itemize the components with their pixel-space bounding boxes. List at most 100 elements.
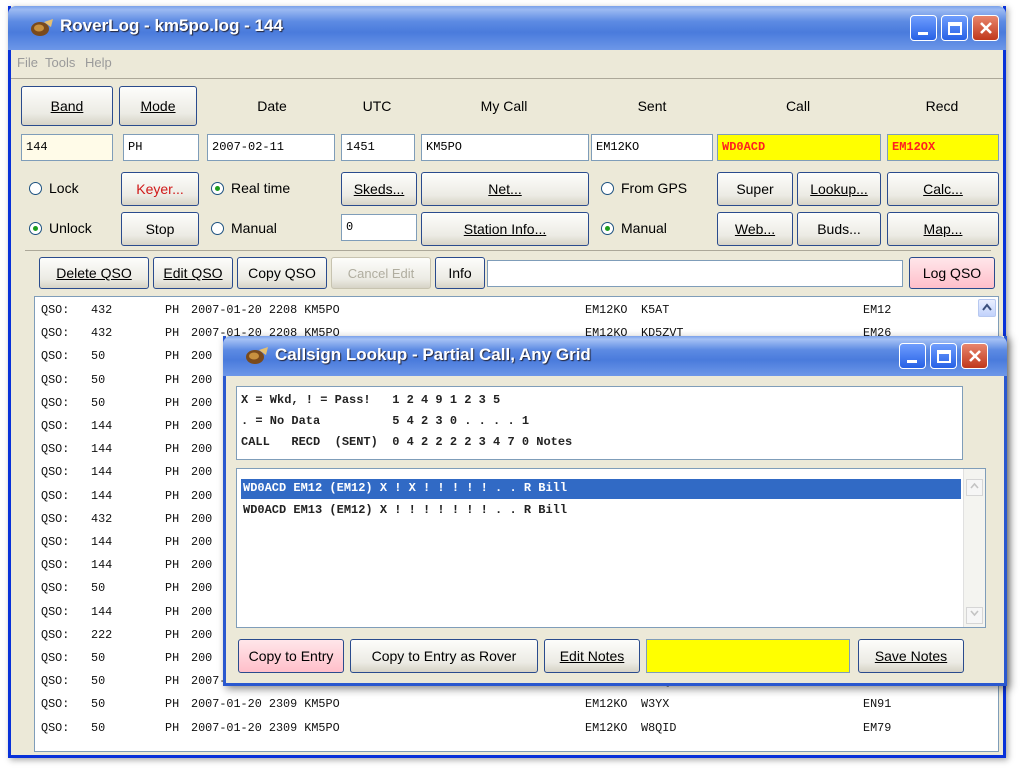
- lock-radio[interactable]: Lock: [29, 180, 79, 196]
- maximize-button[interactable]: [941, 15, 968, 41]
- qso-label: QSO:: [41, 651, 70, 665]
- mode-cell: PH: [165, 326, 180, 341]
- manual-grid-label: Manual: [621, 220, 667, 236]
- call-cell: K5AT: [641, 303, 670, 317]
- mode-field[interactable]: PH: [123, 134, 199, 161]
- date-header: Date: [257, 98, 287, 114]
- date-time-call-cell: 2007-01-20 2208 KM5PO: [191, 303, 340, 317]
- my-call-field[interactable]: KM5PO: [421, 134, 589, 161]
- calc-button[interactable]: Calc...: [887, 172, 999, 206]
- results-scrollbar[interactable]: [963, 469, 985, 627]
- result-row-selected[interactable]: WD0ACD EM12 (EM12) X ! X ! ! ! ! ! . . R…: [241, 479, 961, 499]
- from-gps-radio[interactable]: From GPS: [601, 180, 687, 196]
- super-button[interactable]: Super: [717, 172, 793, 206]
- copy-qso-button[interactable]: Copy QSO: [237, 257, 327, 289]
- dialog-maximize-button[interactable]: [930, 343, 957, 369]
- info-button[interactable]: Info: [435, 257, 485, 289]
- log-qso-button[interactable]: Log QSO: [909, 257, 995, 289]
- edit-notes-button[interactable]: Edit Notes: [544, 639, 640, 673]
- station-info-button[interactable]: Station Info...: [421, 212, 589, 246]
- close-button[interactable]: [972, 15, 999, 41]
- lookup-button[interactable]: Lookup...: [797, 172, 881, 206]
- mode-button[interactable]: Mode: [119, 86, 197, 126]
- buds-button[interactable]: Buds...: [797, 212, 881, 246]
- date-time-call-cell: 200: [191, 395, 213, 410]
- scroll-down-arrow[interactable]: [966, 607, 983, 624]
- qso-label: QSO:: [41, 674, 70, 689]
- lookup-results-list[interactable]: WD0ACD EM12 (EM12) X ! X ! ! ! ! ! . . R…: [236, 468, 986, 628]
- sent-field[interactable]: EM12KO: [591, 134, 713, 161]
- dialog-close-button[interactable]: [961, 343, 988, 369]
- band-cell: 432: [91, 326, 113, 341]
- skeds-count-field[interactable]: 0: [341, 214, 417, 241]
- save-notes-button[interactable]: Save Notes: [858, 639, 964, 673]
- notes-field[interactable]: [646, 639, 850, 673]
- band-field[interactable]: 144: [21, 134, 113, 161]
- band-cell: 432: [91, 511, 113, 526]
- web-button[interactable]: Web...: [717, 212, 793, 246]
- delete-qso-button[interactable]: Delete QSO: [39, 257, 149, 289]
- mode-cell: PH: [165, 465, 180, 480]
- utc-field[interactable]: 1451: [341, 134, 415, 161]
- recd-grid-cell: EM12: [863, 303, 892, 317]
- call-field[interactable]: WD0ACD: [717, 134, 881, 161]
- band-button[interactable]: Band: [21, 86, 113, 126]
- map-button[interactable]: Map...: [887, 212, 999, 246]
- qso-label: QSO:: [41, 326, 70, 341]
- date-time-call-cell: 200: [191, 419, 213, 433]
- band-cell: 144: [91, 535, 113, 549]
- cancel-edit-button[interactable]: Cancel Edit: [331, 257, 431, 289]
- title-bar[interactable]: RoverLog - km5po.log - 144: [8, 6, 1006, 50]
- maximize-icon: [937, 350, 951, 363]
- band-cell: 144: [91, 442, 113, 457]
- band-cell: 144: [91, 558, 113, 573]
- date-time-call-cell: 200: [191, 627, 213, 642]
- radio-on-icon: [601, 221, 614, 235]
- minimize-button[interactable]: [910, 15, 937, 41]
- app-icon: [31, 19, 53, 36]
- sent-header: Sent: [637, 98, 667, 114]
- mode-cell: PH: [165, 419, 180, 433]
- manual-grid-radio[interactable]: Manual: [601, 220, 667, 236]
- keyer-button[interactable]: Keyer...: [121, 172, 199, 206]
- menu-tools[interactable]: Tools: [45, 55, 75, 70]
- qso-label: QSO:: [41, 720, 70, 735]
- qso-label: QSO:: [41, 372, 70, 387]
- scroll-up-arrow[interactable]: [978, 299, 996, 317]
- menu-file[interactable]: File: [17, 55, 38, 70]
- manual-time-radio[interactable]: Manual: [211, 220, 277, 236]
- net-button[interactable]: Net...: [421, 172, 589, 206]
- band-cell: 50: [91, 581, 106, 596]
- callsign-lookup-dialog: Callsign Lookup - Partial Call, Any Grid…: [223, 336, 1007, 686]
- stop-button[interactable]: Stop: [121, 212, 199, 246]
- dialog-title-bar[interactable]: Callsign Lookup - Partial Call, Any Grid: [223, 336, 1007, 376]
- dialog-minimize-button[interactable]: [899, 343, 926, 369]
- unlock-radio[interactable]: Unlock: [29, 220, 92, 236]
- result-row[interactable]: WD0ACD EM13 (EM12) X ! ! ! ! ! ! ! . . R…: [243, 503, 567, 517]
- info-field[interactable]: [487, 260, 903, 287]
- band-cell: 144: [91, 465, 113, 480]
- skeds-button[interactable]: Skeds...: [341, 172, 417, 206]
- copy-to-entry-button[interactable]: Copy to Entry: [238, 639, 344, 673]
- menu-bar: File Tools Help: [11, 50, 1003, 76]
- from-gps-label: From GPS: [621, 180, 688, 196]
- radio-off-icon: [211, 221, 224, 235]
- scroll-up-arrow[interactable]: [966, 479, 983, 496]
- mode-cell: PH: [165, 442, 180, 457]
- recd-field[interactable]: EM12OX: [887, 134, 999, 161]
- band-cell: 222: [91, 627, 113, 642]
- sent-grid-cell: EM12KO: [585, 697, 628, 712]
- copy-to-entry-rover-button[interactable]: Copy to Entry as Rover: [350, 639, 538, 673]
- menu-help[interactable]: Help: [85, 55, 112, 70]
- date-field[interactable]: 2007-02-11: [207, 134, 335, 161]
- date-time-call-cell: 200: [191, 558, 213, 573]
- mode-cell: PH: [165, 558, 180, 573]
- band-cell: 50: [91, 651, 106, 665]
- mode-cell: PH: [165, 303, 180, 317]
- app-icon: [246, 347, 268, 364]
- real-time-radio[interactable]: Real time: [211, 180, 290, 196]
- qso-label: QSO:: [41, 303, 70, 317]
- edit-qso-button[interactable]: Edit QSO: [153, 257, 233, 289]
- date-time-call-cell: 2007-01-20 2309 KM5PO: [191, 720, 340, 735]
- unlock-label: Unlock: [49, 220, 92, 236]
